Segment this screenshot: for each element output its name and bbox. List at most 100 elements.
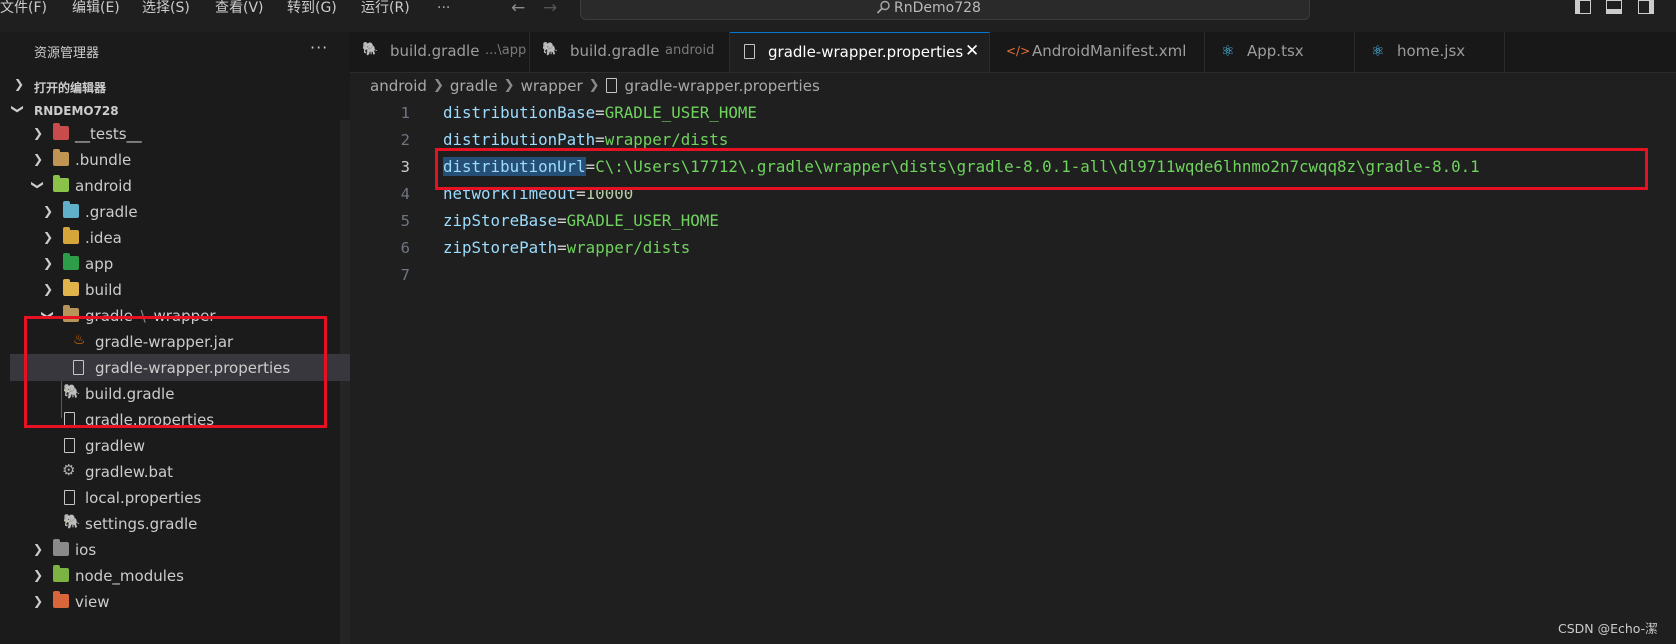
property-value: wrapper/dists (566, 238, 691, 257)
tree-item-build[interactable]: ❯ build (10, 276, 350, 303)
tree-item-android[interactable]: ❯ android (10, 172, 350, 199)
code-editor[interactable]: 1 2 3 4 5 6 7 distributionBase=GRADLE_US… (350, 98, 1676, 644)
equals-sign: = (576, 184, 586, 203)
tab-label: gradle-wrapper.properties (768, 43, 964, 61)
property-key: zipStoreBase (443, 211, 558, 230)
tests-folder-icon (53, 123, 69, 140)
tab-home-jsx[interactable]: ⚛ home.jsx (1355, 32, 1505, 72)
breadcrumb-item[interactable]: android (370, 77, 427, 95)
tree-item-view[interactable]: ❯ view (10, 588, 350, 615)
tab-app-tsx[interactable]: ⚛ App.tsx (1205, 32, 1355, 72)
tree-item-label: ios (75, 541, 97, 559)
explorer-more-actions[interactable]: ··· (310, 38, 328, 57)
tree-item-gradlew-bat[interactable]: ⚙ gradlew.bat (10, 458, 350, 485)
tree-item-label: view (75, 593, 110, 611)
back-arrow-icon[interactable]: ← (511, 0, 525, 18)
gradle-icon: 🐘 (63, 514, 81, 530)
ios-folder-icon (53, 539, 69, 556)
tab-gradle-wrapper-properties[interactable]: gradle-wrapper.properties ✕ (730, 32, 990, 72)
tab-label: home.jsx (1397, 42, 1466, 60)
tree-item-label: .bundle (75, 151, 132, 169)
command-center-label: RnDemo728 (894, 0, 981, 16)
menu-edit[interactable]: 编辑(E) (72, 0, 120, 17)
tree-item-label: gradle.properties (85, 411, 215, 429)
close-icon[interactable]: ✕ (965, 41, 979, 61)
tree-item-gradle-wrapper-properties[interactable]: gradle-wrapper.properties (10, 354, 350, 381)
menu-more[interactable]: ··· (437, 0, 450, 17)
tree-item-app[interactable]: ❯ app (10, 250, 350, 277)
tab-label: AndroidManifest.xml (1032, 42, 1187, 60)
tree-item-node-modules[interactable]: ❯ node_modules (10, 562, 350, 589)
tree-item-gradle-properties[interactable]: gradle.properties (10, 406, 350, 433)
title-bar: 文件(F) 编辑(E) 选择(S) 查看(V) 转到(G) 运行(R) ··· … (0, 0, 1676, 22)
property-value: GRADLE_USER_HOME (566, 211, 719, 230)
property-key: networkTimeout (443, 184, 577, 203)
gear-icon: ⚙ (62, 461, 76, 479)
command-center[interactable]: RnDemo728 (580, 0, 1310, 20)
menu-go[interactable]: 转到(G) (287, 0, 337, 17)
explorer-sidebar: 资源管理器 ··· ❯ 打开的编辑器 ❯ RNDEMO728 ❯ __tests… (0, 32, 350, 644)
file-icon (605, 78, 617, 93)
menu-run[interactable]: 运行(R) (361, 0, 410, 17)
toggle-panel-icon[interactable] (1606, 0, 1622, 14)
tree-item-settings-gradle[interactable]: 🐘 settings.gradle (10, 510, 350, 537)
tree-item-gradle-wrapper[interactable]: ❯ gradle \ wrapper (10, 302, 350, 329)
code-line[interactable]: zipStorePath=wrapper/dists (443, 238, 690, 257)
chevron-right-icon: ❯ (33, 568, 44, 582)
react-icon: ⚛ (1221, 42, 1235, 60)
property-key: distributionBase (443, 103, 596, 122)
file-icon (64, 490, 75, 505)
forward-arrow-icon[interactable]: → (543, 0, 557, 18)
line-number: 7 (400, 266, 410, 284)
code-line[interactable]: distributionPath=wrapper/dists (443, 130, 728, 149)
tree-item-idea[interactable]: ❯ .idea (10, 224, 350, 251)
tree-item-label: gradle-wrapper.properties (95, 359, 291, 377)
chevron-right-icon: ❯ (588, 78, 600, 93)
breadcrumb-item[interactable]: wrapper (521, 77, 583, 95)
tree-item-label: gradle (85, 307, 133, 325)
tree-item-bundle[interactable]: ❯ .bundle (10, 146, 350, 173)
tree-item-tests[interactable]: ❯ __tests__ (10, 120, 350, 147)
tab-label: App.tsx (1247, 42, 1304, 60)
tab-build-gradle-app[interactable]: 🐘 build.gradle ...\app (350, 32, 530, 72)
code-line[interactable]: zipStoreBase=GRADLE_USER_HOME (443, 211, 719, 230)
file-icon (64, 438, 75, 453)
tree-item-label: gradlew (85, 437, 146, 455)
android-folder-icon (53, 175, 69, 192)
gradle-icon: 🐘 (362, 42, 379, 57)
tree-item-label: gradlew.bat (85, 463, 174, 481)
tab-description: android (665, 43, 715, 58)
chevron-down-icon: ❯ (31, 179, 46, 191)
menu-file[interactable]: 文件(F) (0, 0, 47, 17)
tree-item-label: local.properties (85, 489, 202, 507)
tab-androidmanifest-xml[interactable]: </> AndroidManifest.xml (990, 32, 1205, 72)
tree-item-gradle-dir[interactable]: ❯ .gradle (10, 198, 350, 225)
chevron-right-icon: ❯ (503, 78, 515, 93)
menu-view[interactable]: 查看(V) (215, 0, 264, 17)
tree-item-gradlew[interactable]: gradlew (10, 432, 350, 459)
tree-item-label: build (85, 281, 122, 299)
tree-item-ios[interactable]: ❯ ios (10, 536, 350, 563)
line-number: 1 (400, 104, 410, 122)
open-editors-section[interactable]: ❯ 打开的编辑器 (0, 74, 350, 98)
equals-sign: = (557, 238, 567, 257)
chevron-right-icon: ❯ (33, 542, 44, 556)
toggle-primary-sidebar-icon[interactable] (1575, 0, 1591, 14)
app-folder-icon (63, 253, 79, 270)
tree-item-label[interactable]: wrapper (153, 307, 215, 325)
code-line-current[interactable]: distributionUrl=C\:\Users\17712\.gradle\… (443, 157, 1480, 176)
breadcrumb-item[interactable]: gradle-wrapper.properties (625, 77, 820, 95)
tree-item-local-properties[interactable]: local.properties (10, 484, 350, 511)
tree-item-build-gradle[interactable]: 🐘 build.gradle (10, 380, 350, 407)
tab-build-gradle-android[interactable]: 🐘 build.gradle android (530, 32, 730, 72)
property-value: 10000 (585, 184, 634, 203)
breadcrumb-item[interactable]: gradle (450, 77, 498, 95)
property-value: GRADLE_USER_HOME (604, 103, 757, 122)
folder-open-icon (63, 305, 79, 322)
code-line[interactable]: networkTimeout=10000 (443, 184, 633, 203)
tree-item-gradle-wrapper-jar[interactable]: ♨ gradle-wrapper.jar (10, 328, 350, 355)
menu-selection[interactable]: 选择(S) (142, 0, 190, 17)
tree-item-label: android (75, 177, 132, 195)
code-line[interactable]: distributionBase=GRADLE_USER_HOME (443, 103, 757, 122)
toggle-secondary-sidebar-icon[interactable] (1638, 0, 1654, 14)
